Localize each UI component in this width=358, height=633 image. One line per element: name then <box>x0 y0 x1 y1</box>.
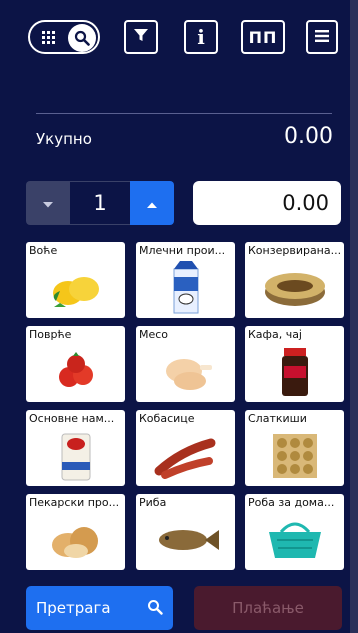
category-label: Воће <box>29 244 58 257</box>
category-label: Поврће <box>29 328 72 341</box>
category-label: Кафа, чај <box>248 328 302 341</box>
chevron-up-icon <box>146 194 158 213</box>
category-tile[interactable]: Основне нам... <box>26 410 125 486</box>
quantity-increase-button[interactable] <box>130 181 174 225</box>
category-tile[interactable]: Кафа, чај <box>245 326 344 402</box>
top-toolbar: i ПП <box>0 0 350 76</box>
category-tile[interactable]: Воће <box>26 242 125 318</box>
amount-input[interactable]: 0.00 <box>193 181 341 225</box>
chocolate-box-icon <box>245 426 344 486</box>
category-label: Риба <box>139 496 167 509</box>
search-icon[interactable] <box>68 24 96 52</box>
chicken-leg-icon <box>136 342 235 402</box>
category-label: Пекарски про... <box>29 496 120 509</box>
category-tile[interactable]: Слаткиши <box>245 410 344 486</box>
category-tile[interactable]: Млечни прои... <box>136 242 235 318</box>
menu-button[interactable] <box>306 20 338 54</box>
tomato-icon <box>26 342 125 402</box>
search-button-label: Претрага <box>36 599 111 617</box>
category-tile[interactable]: Конзервирана... <box>245 242 344 318</box>
info-button[interactable]: i <box>184 20 218 54</box>
flour-bag-icon <box>26 426 125 486</box>
milk-carton-icon <box>136 258 235 318</box>
category-label: Слаткиши <box>248 412 307 425</box>
pp-button[interactable]: ПП <box>241 20 285 54</box>
category-tile[interactable]: Месо <box>136 326 235 402</box>
category-label: Месо <box>139 328 169 341</box>
sausage-icon <box>136 426 235 486</box>
category-label: Кобасице <box>139 412 195 425</box>
menu-icon <box>314 28 330 47</box>
bread-icon <box>26 510 125 570</box>
divider <box>36 113 332 114</box>
category-tile[interactable]: Пекарски про... <box>26 494 125 570</box>
chevron-down-icon <box>42 194 54 213</box>
filter-button[interactable] <box>124 20 158 54</box>
category-grid: Воће Млечни прои... Конзервирана... Повр… <box>0 240 350 580</box>
pay-button[interactable]: Плаћање <box>194 586 342 630</box>
basket-icon <box>245 510 344 570</box>
search-button[interactable]: Претрага <box>26 586 173 630</box>
quantity-decrease-button[interactable] <box>26 181 70 225</box>
grid-icon[interactable] <box>38 28 60 48</box>
filter-icon <box>133 27 149 47</box>
category-label: Млечни прои... <box>139 244 226 257</box>
category-tile[interactable]: Поврће <box>26 326 125 402</box>
window-edge <box>350 0 358 633</box>
category-label: Конзервирана... <box>248 244 342 257</box>
total-label: Укупно <box>36 130 92 148</box>
coffee-jar-icon <box>245 342 344 402</box>
category-tile[interactable]: Риба <box>136 494 235 570</box>
category-tile[interactable]: Кобасице <box>136 410 235 486</box>
fish-icon <box>136 510 235 570</box>
category-tile[interactable]: Роба за дома... <box>245 494 344 570</box>
quantity-value[interactable]: 1 <box>70 181 130 225</box>
total-value: 0.00 <box>284 124 333 149</box>
search-icon <box>147 599 163 619</box>
category-label: Роба за дома... <box>248 496 335 509</box>
canned-food-icon <box>245 258 344 318</box>
category-label: Основне нам... <box>29 412 115 425</box>
view-toggle[interactable] <box>28 20 100 54</box>
lemon-icon <box>26 258 125 318</box>
